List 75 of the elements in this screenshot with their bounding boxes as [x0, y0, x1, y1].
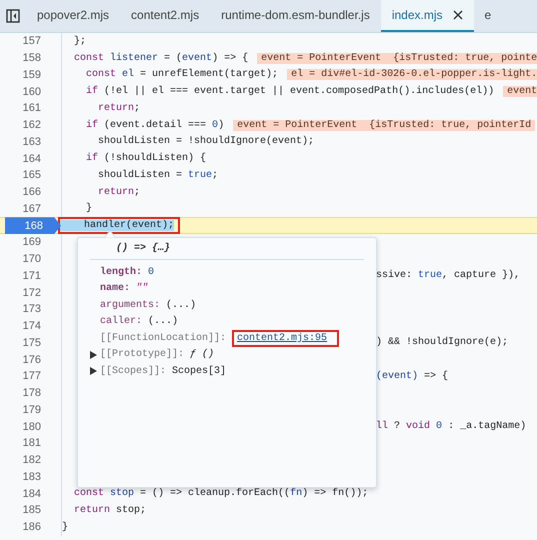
file-tab[interactable]: popover2.mjs: [26, 0, 120, 32]
code-line: if (event.detail === 0): [85, 120, 224, 131]
file-tab[interactable]: index.mjs: [380, 0, 474, 32]
property-value: ƒ (): [190, 349, 214, 360]
line-number[interactable]: 178: [22, 387, 61, 400]
code-line: return;: [97, 186, 140, 198]
line-number[interactable]: 167: [22, 202, 61, 215]
line-number[interactable]: 186: [22, 521, 61, 534]
code-line: ssive: true, capture }),: [376, 270, 520, 282]
line-number[interactable]: 173: [22, 303, 61, 316]
code-line: const el = unrefElement(target);: [85, 69, 278, 80]
line-number[interactable]: 166: [22, 186, 61, 198]
code-line: const listener = (event) => {: [73, 52, 248, 64]
line-number[interactable]: 170: [22, 253, 61, 266]
line-number[interactable]: 171: [22, 270, 61, 282]
code-line: };: [73, 36, 86, 47]
property-value: Scopes[3]: [172, 366, 226, 377]
line-number[interactable]: 157: [22, 35, 61, 48]
line-number[interactable]: 179: [22, 404, 61, 416]
code-line: shouldListen = true;: [97, 170, 218, 181]
line-number[interactable]: 162: [22, 119, 61, 132]
inline-value: event = PointerEvent {isTrusted: true, pointerId: [233, 120, 536, 131]
property-name: caller:: [100, 316, 142, 328]
code-line: return stop;: [73, 504, 146, 516]
line-number[interactable]: 176: [22, 354, 61, 366]
line-number[interactable]: 185: [22, 504, 61, 516]
property-name: name:: [100, 283, 130, 294]
sidebar-toggle-icon[interactable]: [6, 9, 20, 23]
code-line: return;: [97, 102, 140, 114]
property-name: [[FunctionLocation]]:: [100, 332, 226, 344]
property-name: [[Prototype]]:: [100, 349, 184, 360]
property-name: arguments:: [100, 300, 160, 311]
property-value: (...): [166, 300, 196, 311]
line-number[interactable]: 183: [22, 470, 61, 483]
expand-arrow-icon[interactable]: [90, 367, 97, 376]
code-line: ) && !shouldIgnore(e);: [376, 337, 508, 348]
line-number[interactable]: 182: [22, 454, 61, 466]
line-number[interactable]: 160: [22, 86, 61, 98]
code-line: }: [85, 203, 92, 214]
inline-value: event = PointerEvent {isTrusted: true, pointe: [257, 52, 537, 64]
line-number[interactable]: 159: [22, 68, 61, 81]
code-line: const stop = () => cleanup.forEach((fn) => fn());: [73, 488, 368, 500]
popover-title: () => {…}: [90, 241, 364, 260]
code-line: (event) => {: [376, 370, 448, 382]
line-number[interactable]: 169: [22, 236, 61, 248]
property-value: (...): [148, 316, 178, 328]
line-number[interactable]: 172: [22, 286, 61, 299]
inline-value: event: [503, 86, 537, 98]
expand-arrow-icon[interactable]: [90, 350, 97, 359]
line-number[interactable]: 165: [22, 169, 61, 182]
file-tab[interactable]: content2.mjs: [120, 0, 210, 32]
file-tab[interactable]: e: [474, 0, 502, 32]
property-value: 0: [148, 266, 154, 278]
file-tab[interactable]: runtime-dom.esm-bundler.js: [210, 0, 381, 32]
property-name: length:: [100, 266, 142, 278]
code-line: ll ? void 0 : _a.tagName): [376, 421, 526, 432]
line-number[interactable]: 163: [22, 136, 61, 148]
code-line: }: [62, 522, 68, 533]
code-line: if (!shouldListen) {: [85, 153, 206, 164]
line-number[interactable]: 158: [22, 52, 61, 64]
line-number[interactable]: 164: [22, 152, 61, 165]
code-line: shouldListen = !shouldIgnore(event);: [97, 136, 314, 148]
property-name: [[Scopes]]:: [100, 366, 166, 377]
line-number[interactable]: 161: [22, 102, 61, 114]
line-number[interactable]: 174: [22, 320, 61, 332]
line-number[interactable]: 180: [22, 420, 61, 433]
code-line: if (!el || el === event.target || event.composedPath().includes(el)): [85, 86, 494, 98]
line-number[interactable]: 181: [22, 437, 61, 450]
close-icon[interactable]: [452, 10, 463, 20]
inline-value: el = div#el-id-3026-0.el-popper.is-light.: [287, 69, 537, 80]
line-number[interactable]: 184: [22, 488, 61, 500]
source-link[interactable]: content2.mjs:95: [237, 332, 328, 344]
line-number[interactable]: 175: [22, 336, 61, 349]
property-value: "": [136, 283, 148, 294]
line-number[interactable]: 177: [22, 370, 61, 382]
